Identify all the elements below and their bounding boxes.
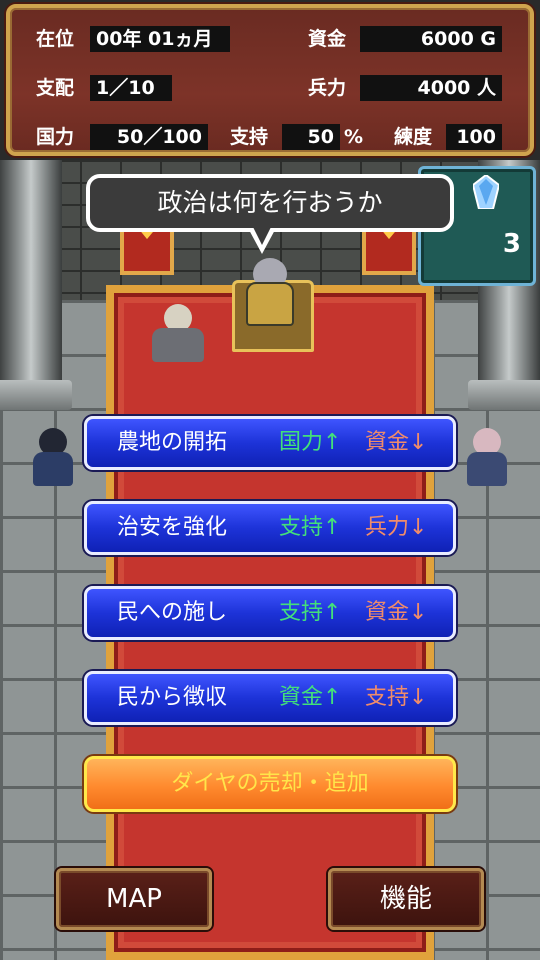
right-guard-character xyxy=(462,428,512,492)
action-increase: 支持↑ xyxy=(279,600,342,625)
action-label: 治安を強化 xyxy=(117,515,228,540)
action-label: 民への施し xyxy=(117,600,228,625)
dialog-bubble-tail xyxy=(248,227,276,254)
reign-label: 在位 xyxy=(36,28,75,50)
control-value: 1／10 xyxy=(90,75,172,101)
control-label: 支配 xyxy=(36,77,75,99)
action-increase: 国力↑ xyxy=(279,430,342,455)
power-label: 国力 xyxy=(36,126,75,148)
crystal-gem-icon xyxy=(473,175,499,209)
functions-button[interactable]: 機能 xyxy=(328,868,484,930)
skill-label: 練度 xyxy=(394,126,433,148)
gem-count: 3 xyxy=(502,229,521,259)
map-button[interactable]: MAP xyxy=(56,868,212,930)
action-label: 農地の開拓 xyxy=(117,430,228,455)
advisor-character xyxy=(148,304,208,370)
king-character xyxy=(240,258,300,328)
diamond-sell-add-button[interactable]: ダイヤの売却・追加 xyxy=(84,756,456,812)
funds-value: 6000 G xyxy=(360,26,502,52)
give-to-people-button[interactable]: 民への施し 支持↑ 資金↓ xyxy=(84,586,456,640)
action-decrease: 資金↓ xyxy=(365,600,428,625)
action-decrease: 支持↓ xyxy=(365,685,428,710)
reign-value: 00年 01ヵ月 xyxy=(90,26,230,52)
status-panel: 在位 00年 01ヵ月 資金 6000 G 支配 1／10 兵力 4000 人 … xyxy=(6,4,534,156)
support-label: 支持 xyxy=(230,126,269,148)
action-decrease: 資金↓ xyxy=(365,430,428,455)
action-label: 民から徴収 xyxy=(117,685,228,710)
left-guard-character xyxy=(28,428,78,492)
skill-value: 100 xyxy=(446,124,502,150)
develop-farmland-button[interactable]: 農地の開拓 国力↑ 資金↓ xyxy=(84,416,456,470)
left-pillar xyxy=(0,160,72,410)
collect-from-people-button[interactable]: 民から徴収 資金↑ 支持↓ xyxy=(84,671,456,725)
strengthen-security-button[interactable]: 治安を強化 支持↑ 兵力↓ xyxy=(84,501,456,555)
dialog-text: 政治は何を行おうか xyxy=(157,188,383,217)
support-value: 50 xyxy=(282,124,340,150)
troops-label: 兵力 xyxy=(308,77,347,99)
throne-room-scene: 在位 00年 01ヵ月 資金 6000 G 支配 1／10 兵力 4000 人 … xyxy=(0,0,540,960)
dialog-bubble: 政治は何を行おうか xyxy=(86,174,454,232)
action-increase: 支持↑ xyxy=(279,515,342,540)
funds-label: 資金 xyxy=(308,28,347,50)
power-value: 50／100 xyxy=(90,124,208,150)
action-decrease: 兵力↓ xyxy=(365,515,428,540)
troops-value: 4000 人 xyxy=(360,75,502,101)
action-increase: 資金↑ xyxy=(279,685,342,710)
support-unit: % xyxy=(344,126,364,148)
